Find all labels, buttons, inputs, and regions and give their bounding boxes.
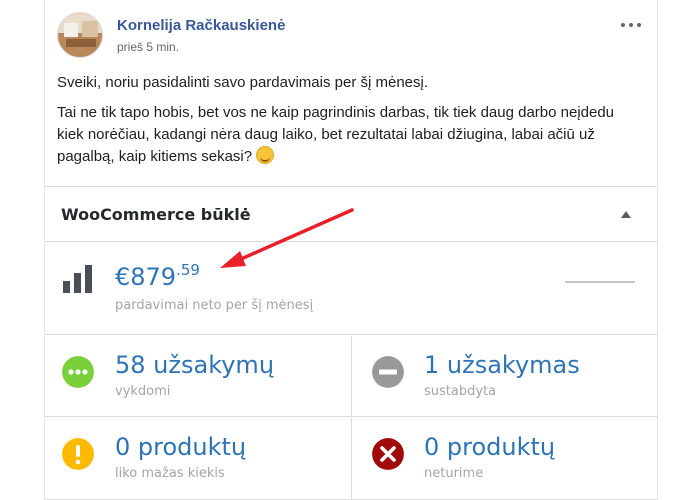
post-timestamp[interactable]: prieš 5 min. [117,40,179,54]
avatar-photo [58,13,102,57]
out-of-stock-icon [372,438,404,470]
out-of-stock-label: neturime [424,466,484,481]
net-sales-main: €879 [115,263,177,291]
net-sales-label: pardavimai neto per šį mėnesį [115,298,314,313]
more-options-icon[interactable] [621,18,643,32]
status-grid: 58 užsakymų vykdomi 1 užsakymas sustabdy… [45,336,657,500]
processing-icon [62,356,94,388]
out-of-stock-cell[interactable]: 0 produktų neturime [351,418,657,499]
author-name[interactable]: Kornelija Račkauskienė [117,17,285,34]
widget-title: WooCommerce būklė [61,205,251,224]
sales-summary[interactable]: €879.59 pardavimai neto per šį mėnesį [45,243,657,335]
bar-chart-icon [63,263,95,293]
on-hold-label: sustabdyta [424,384,497,399]
post-paragraph-1: Sveiki, noriu pasidalinti savo pardavima… [57,74,429,91]
sales-sparkline [565,281,635,283]
on-hold-icon [372,356,404,388]
low-stock-count: 0 produktų [115,433,247,461]
collapse-toggle-icon[interactable] [621,211,631,218]
on-hold-count: 1 užsakymas [424,351,580,379]
post-body: Sveiki, noriu pasidalinti savo pardavima… [57,72,643,176]
on-hold-orders-cell[interactable]: 1 užsakymas sustabdyta [351,336,657,417]
author-avatar[interactable] [57,12,103,58]
out-of-stock-count: 0 produktų [424,433,556,461]
warning-icon [62,438,94,470]
processing-orders-cell[interactable]: 58 užsakymų vykdomi [45,336,351,417]
woocommerce-status-widget: WooCommerce būklė €879.59 pardavimai net… [45,186,657,500]
net-sales-cents: .59 [176,261,200,279]
post-paragraph-2-text: Tai ne tik tapo hobis, bet vos ne kaip p… [57,104,615,165]
processing-label: vykdomi [115,384,171,399]
net-sales-amount: €879.59 [115,261,200,291]
post-paragraph-2: Tai ne tik tapo hobis, bet vos ne kaip p… [57,102,643,168]
low-stock-cell[interactable]: 0 produktų liko mažas kiekis [45,418,351,499]
widget-header: WooCommerce būklė [45,187,657,242]
facebook-post: Kornelija Račkauskienė prieš 5 min. Svei… [44,0,658,500]
low-stock-label: liko mažas kiekis [115,466,225,481]
post-header: Kornelija Račkauskienė prieš 5 min. [57,12,645,62]
processing-count: 58 užsakymų [115,351,275,379]
hugging-face-emoji-icon [256,146,275,164]
